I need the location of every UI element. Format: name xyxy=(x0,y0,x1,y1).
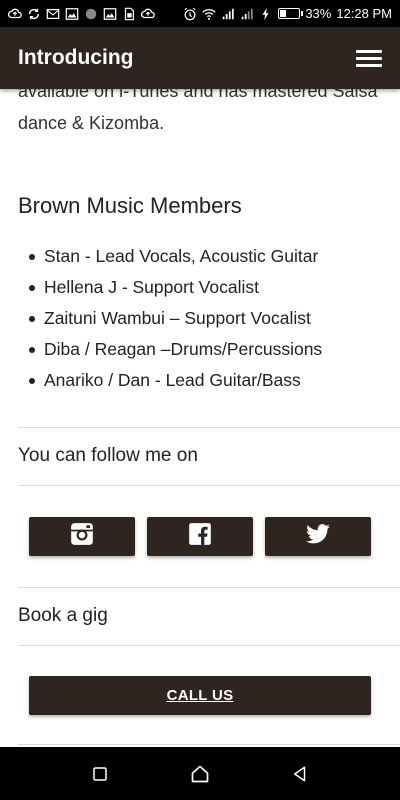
home-icon[interactable] xyxy=(188,762,212,786)
main-content[interactable]: available on i-Tunes and has mastered Sa… xyxy=(0,89,400,747)
notification-icons xyxy=(8,7,155,21)
instagram-button[interactable] xyxy=(29,517,135,556)
divider xyxy=(18,485,400,486)
twitter-button[interactable] xyxy=(265,517,371,556)
circle-icon xyxy=(84,7,98,21)
list-item: Anariko / Dan - Lead Guitar/Bass xyxy=(18,365,388,396)
wifi-icon xyxy=(202,7,216,21)
divider xyxy=(18,744,400,745)
social-buttons xyxy=(29,517,371,556)
call-us-button[interactable]: CALL US xyxy=(29,676,371,715)
divider xyxy=(18,427,400,428)
image-icon xyxy=(103,7,117,21)
image-icon xyxy=(65,7,79,21)
twitter-icon xyxy=(305,521,331,552)
signal-icon xyxy=(221,7,235,21)
facebook-icon xyxy=(187,521,213,552)
recents-square-icon[interactable] xyxy=(88,762,112,786)
list-item: Zaituni Wambui – Support Vocalist xyxy=(18,303,388,334)
cloud-upload-icon xyxy=(8,7,22,21)
signal-icon xyxy=(240,7,254,21)
system-icons: 33% 12:28 PM xyxy=(183,6,392,21)
clock: 12:28 PM xyxy=(336,6,392,21)
app-bar: Introducing xyxy=(0,27,400,89)
hamburger-menu-icon[interactable] xyxy=(356,47,382,69)
members-list: Stan - Lead Vocals, Acoustic Guitar Hell… xyxy=(18,241,388,396)
mail-icon xyxy=(46,7,60,21)
alarm-icon xyxy=(183,7,197,21)
instagram-icon xyxy=(69,521,95,552)
intro-paragraph: available on i-Tunes and has mastered Sa… xyxy=(18,89,378,133)
back-triangle-icon[interactable] xyxy=(288,762,312,786)
list-item: Diba / Reagan –Drums/Percussions xyxy=(18,334,388,365)
divider xyxy=(18,587,400,588)
list-item: Stan - Lead Vocals, Acoustic Guitar xyxy=(18,241,388,272)
page-title: Introducing xyxy=(18,46,134,69)
sim-icon xyxy=(122,7,136,21)
facebook-button[interactable] xyxy=(147,517,253,556)
system-nav-bar xyxy=(0,747,400,800)
sync-icon xyxy=(27,7,41,21)
follow-heading: You can follow me on xyxy=(18,445,198,466)
battery-percent: 33% xyxy=(305,6,332,21)
list-item: Hellena J - Support Vocalist xyxy=(18,272,388,303)
gig-heading: Book a gig xyxy=(18,605,108,626)
cloud-upload-icon xyxy=(141,7,155,21)
battery-icon xyxy=(278,8,304,19)
charging-icon xyxy=(259,7,273,21)
divider xyxy=(18,645,400,646)
status-bar: 33% 12:28 PM xyxy=(0,0,400,27)
members-heading: Brown Music Members xyxy=(18,193,242,218)
call-us-label: CALL US xyxy=(166,687,234,704)
